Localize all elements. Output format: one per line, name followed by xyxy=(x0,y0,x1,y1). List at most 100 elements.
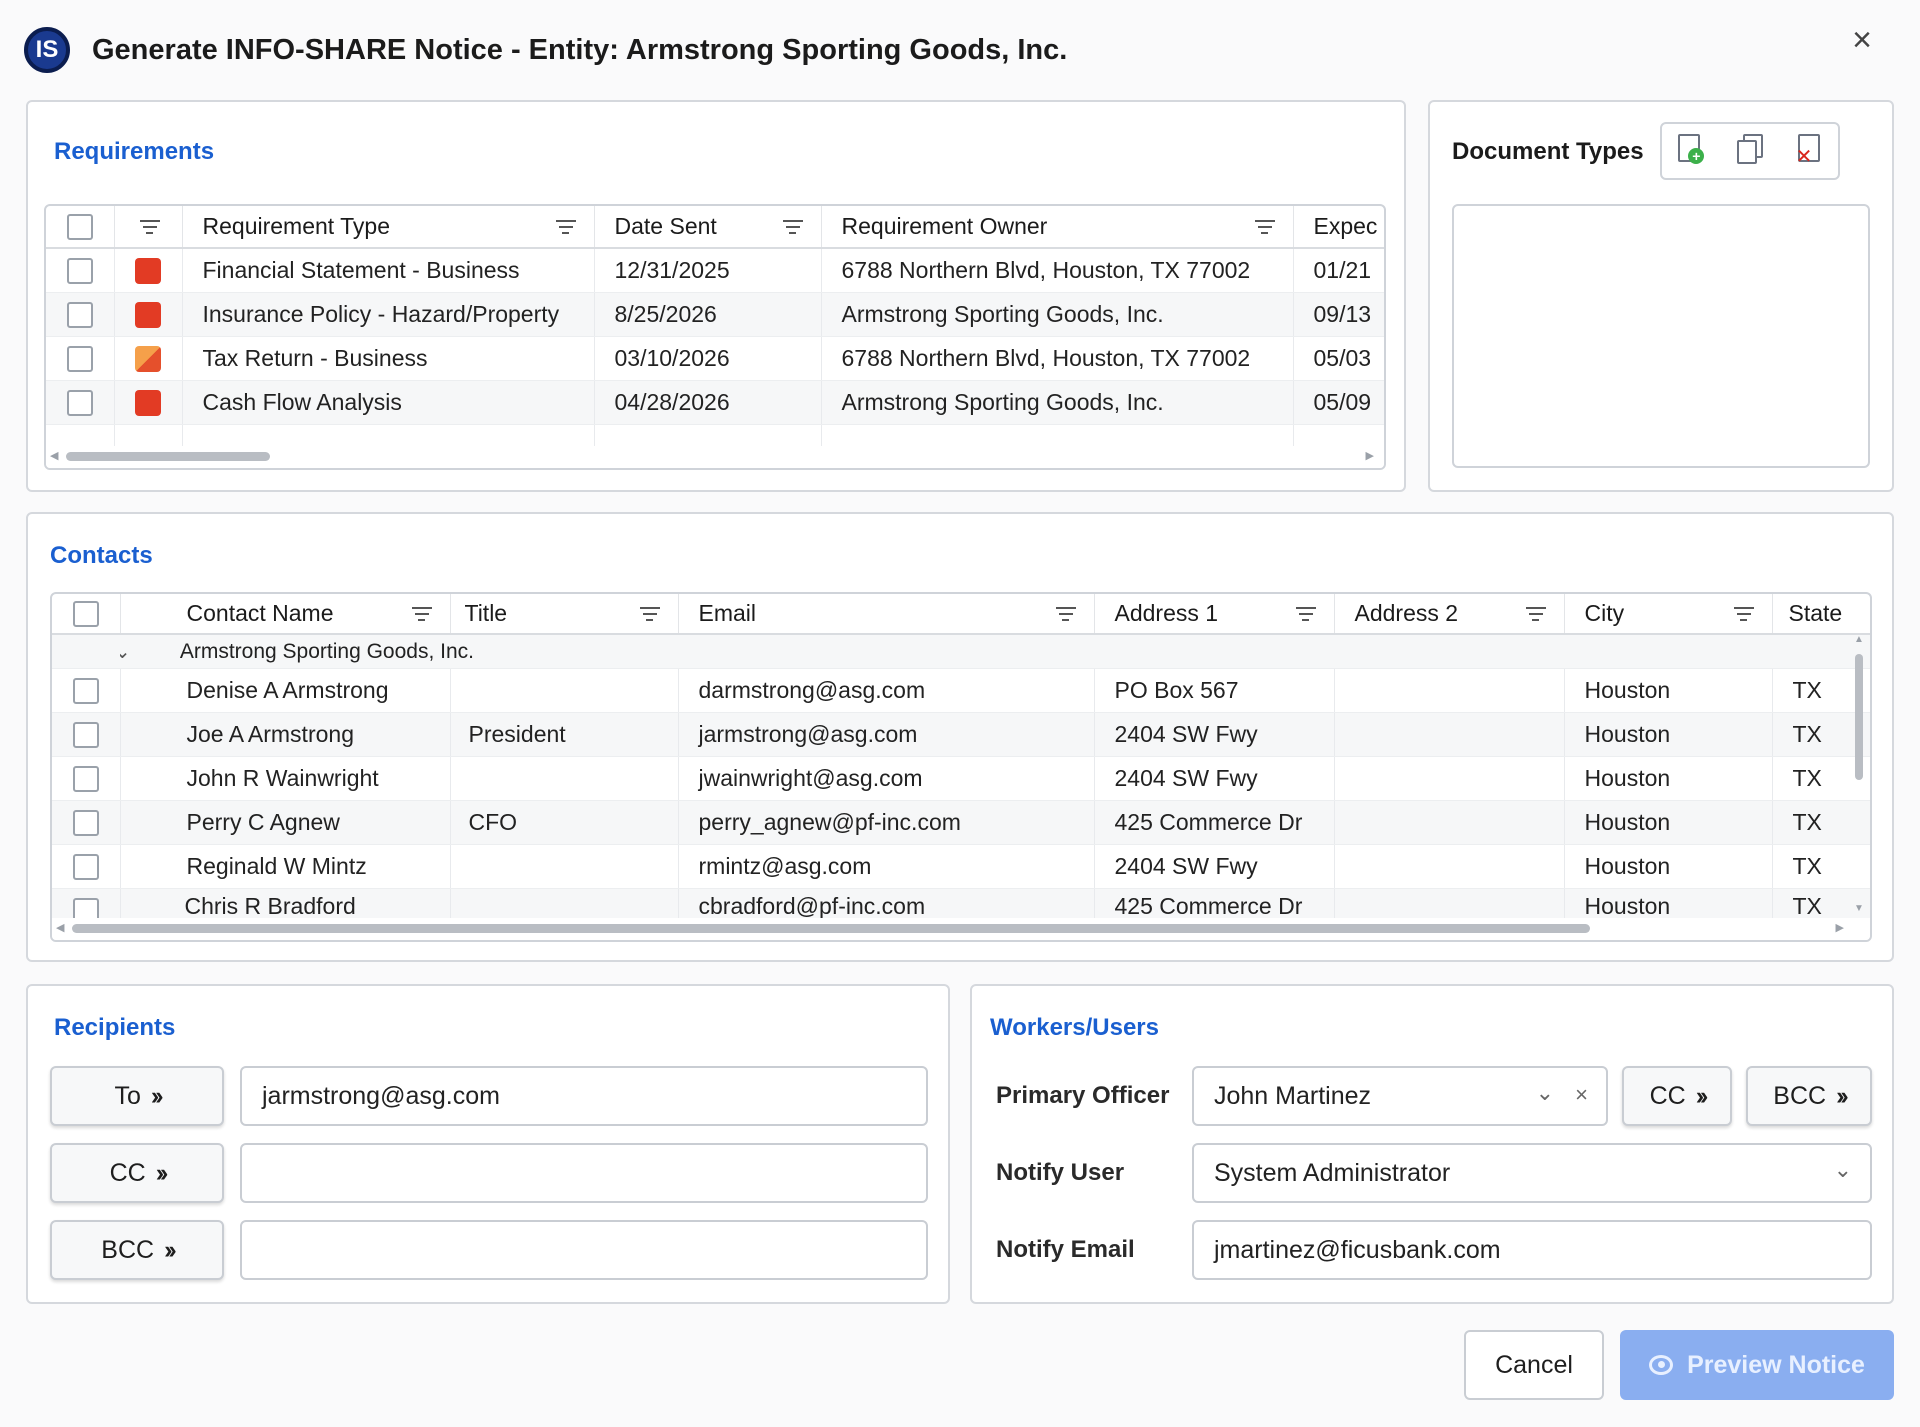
column-header-address-1[interactable]: Address 1 xyxy=(1094,594,1335,635)
column-header-address-2[interactable]: Address 2 xyxy=(1334,594,1565,635)
filter-icon[interactable] xyxy=(411,606,432,621)
workers-bcc-button[interactable]: BCC ›› xyxy=(1746,1066,1872,1126)
column-header-requirement-type[interactable]: Requirement Type xyxy=(182,206,595,249)
clear-icon[interactable]: × xyxy=(1575,1082,1588,1108)
cancel-button[interactable]: Cancel xyxy=(1464,1330,1604,1400)
scrollbar-thumb[interactable] xyxy=(1855,654,1863,780)
table-row[interactable]: Perry C Agnew CFO perry_agnew@pf-inc.com… xyxy=(52,800,1870,845)
column-header-date-sent[interactable]: Date Sent xyxy=(594,206,822,249)
filter-icon[interactable] xyxy=(639,606,660,621)
filter-icon[interactable] xyxy=(1525,606,1546,621)
row-checkbox[interactable] xyxy=(72,677,99,704)
contact-address1-cell: PO Box 567 xyxy=(1094,668,1335,713)
preview-notice-button[interactable]: Preview Notice xyxy=(1620,1330,1894,1400)
status-cell xyxy=(114,380,183,425)
table-row[interactable]: Cash Flow Analysis 04/28/2026 Armstrong … xyxy=(46,380,1384,425)
contact-email-cell: darmstrong@asg.com xyxy=(678,668,1095,713)
chevron-down-icon[interactable]: ⌄ xyxy=(120,639,144,664)
to-button[interactable]: To ›› xyxy=(50,1066,224,1126)
primary-officer-label: Primary Officer xyxy=(996,1082,1170,1109)
table-row[interactable]: John R Wainwright jwainwright@asg.com 24… xyxy=(52,756,1870,801)
status-column-header[interactable] xyxy=(114,206,183,249)
workers-panel: Workers/Users Primary Officer John Marti… xyxy=(970,984,1894,1304)
contact-address1-cell: 2404 SW Fwy xyxy=(1094,844,1335,889)
scrollbar-thumb[interactable] xyxy=(66,452,270,461)
copy-document-icon[interactable] xyxy=(1735,134,1765,168)
expected-cell: 09/13 xyxy=(1293,292,1384,337)
table-row[interactable]: Insurance Policy - Hazard/Property 8/25/… xyxy=(46,292,1384,337)
notify-email-field[interactable]: jmartinez@ficusbank.com xyxy=(1192,1220,1872,1280)
table-row[interactable]: Reginald W Mintz rmintz@asg.com 2404 SW … xyxy=(52,844,1870,889)
horizontal-scrollbar[interactable]: ◀ ▶ xyxy=(46,446,1384,468)
column-header-city[interactable]: City xyxy=(1564,594,1773,635)
row-checkbox-cell xyxy=(46,292,115,337)
close-icon[interactable]: × xyxy=(1842,20,1882,60)
filter-icon[interactable] xyxy=(1055,606,1076,621)
contact-name-cell: Perry C Agnew xyxy=(120,800,451,845)
bcc-field[interactable] xyxy=(240,1220,928,1280)
table-row[interactable]: Joe A Armstrong President jarmstrong@asg… xyxy=(52,712,1870,757)
contact-city-cell: Houston xyxy=(1564,844,1773,889)
requirements-title: Requirements xyxy=(54,138,215,165)
table-row[interactable]: Financial Statement - Business 12/31/202… xyxy=(46,248,1384,293)
requirement-owner-cell: Armstrong Sporting Goods, Inc. xyxy=(821,380,1294,425)
column-header-expected[interactable]: Expec xyxy=(1293,206,1384,249)
scroll-right-icon[interactable]: ▶ xyxy=(1836,921,1844,934)
double-chevron-right-icon: ›› xyxy=(155,1158,169,1187)
scroll-left-icon[interactable]: ◀ xyxy=(56,921,64,934)
vertical-scrollbar[interactable]: ▲ ▼ xyxy=(1852,634,1866,914)
column-header-contact-name[interactable]: Contact Name xyxy=(120,594,451,635)
filter-icon[interactable] xyxy=(555,219,576,234)
table-row[interactable]: Denise A Armstrong darmstrong@asg.com PO… xyxy=(52,668,1870,713)
scroll-left-icon[interactable]: ◀ xyxy=(50,449,58,462)
scroll-right-icon[interactable]: ▶ xyxy=(1366,449,1374,462)
column-header-title[interactable]: Title xyxy=(450,594,679,635)
row-checkbox[interactable] xyxy=(66,258,93,285)
chevron-down-icon[interactable]: ⌄ xyxy=(1536,1080,1554,1106)
cc-button[interactable]: CC ›› xyxy=(50,1143,224,1203)
filter-icon[interactable] xyxy=(1254,219,1275,234)
bcc-button[interactable]: BCC ›› xyxy=(50,1220,224,1280)
filter-icon[interactable] xyxy=(1733,606,1754,621)
horizontal-scrollbar[interactable]: ◀ ▶ xyxy=(52,918,1870,940)
document-types-list[interactable] xyxy=(1452,204,1870,468)
group-row[interactable]: ⌄ Armstrong Sporting Goods, Inc. xyxy=(52,634,1870,669)
filter-icon[interactable] xyxy=(1295,606,1316,621)
workers-cc-button[interactable]: CC ›› xyxy=(1622,1066,1732,1126)
contact-address2-cell xyxy=(1334,800,1565,845)
notify-user-select[interactable]: System Administrator ⌄ xyxy=(1192,1143,1872,1203)
document-types-panel: Document Types + ✕ xyxy=(1428,100,1894,492)
status-indicator xyxy=(135,389,161,416)
row-checkbox[interactable] xyxy=(66,301,93,328)
add-document-icon[interactable]: + xyxy=(1676,134,1706,168)
filter-icon[interactable] xyxy=(139,219,160,234)
contacts-table: Contact Name Title Email Address 1 Addre… xyxy=(52,594,1870,925)
column-header-state[interactable]: State xyxy=(1772,594,1870,635)
row-checkbox-cell xyxy=(46,336,115,381)
scroll-up-icon[interactable]: ▲ xyxy=(1854,634,1864,645)
row-checkbox[interactable] xyxy=(66,389,93,416)
contact-name-cell: Denise A Armstrong xyxy=(120,668,451,713)
scroll-down-icon[interactable]: ▼ xyxy=(1854,903,1864,914)
table-row[interactable]: Tax Return - Business 03/10/2026 6788 No… xyxy=(46,336,1384,381)
scrollbar-thumb[interactable] xyxy=(72,924,1590,933)
row-checkbox[interactable] xyxy=(72,765,99,792)
filter-icon[interactable] xyxy=(782,219,803,234)
select-all-checkbox[interactable] xyxy=(66,214,93,241)
delete-document-icon[interactable]: ✕ xyxy=(1794,134,1824,168)
row-checkbox[interactable] xyxy=(72,853,99,880)
primary-officer-select[interactable]: John Martinez ⌄ × xyxy=(1192,1066,1608,1126)
select-all-checkbox[interactable] xyxy=(72,601,99,628)
column-header-email[interactable]: Email xyxy=(678,594,1095,635)
row-checkbox[interactable] xyxy=(66,345,93,372)
column-header-requirement-owner[interactable]: Requirement Owner xyxy=(821,206,1294,249)
row-checkbox[interactable] xyxy=(72,721,99,748)
cc-field[interactable] xyxy=(240,1143,928,1203)
contact-address1-cell: 2404 SW Fwy xyxy=(1094,756,1335,801)
chevron-down-icon[interactable]: ⌄ xyxy=(1834,1157,1852,1183)
contact-address2-cell xyxy=(1334,712,1565,757)
column-label: Date Sent xyxy=(614,213,717,239)
contact-name-cell: Joe A Armstrong xyxy=(120,712,451,757)
to-field[interactable]: jarmstrong@asg.com xyxy=(240,1066,928,1126)
row-checkbox[interactable] xyxy=(72,809,99,836)
